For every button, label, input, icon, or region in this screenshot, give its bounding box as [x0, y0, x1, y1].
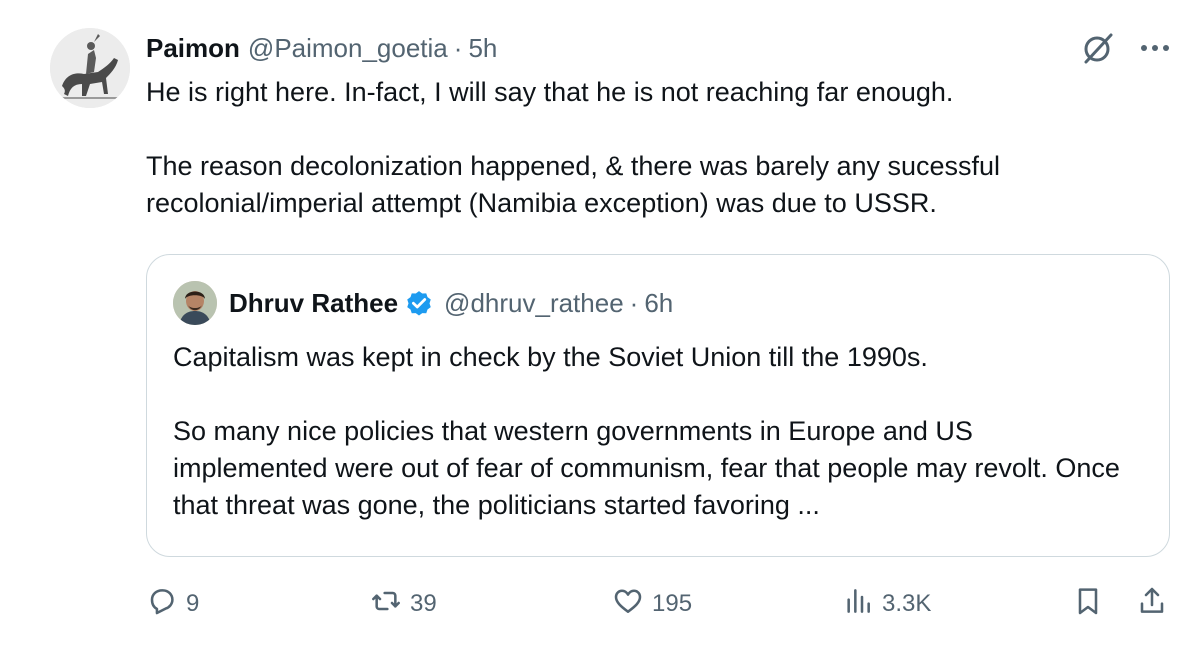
tweet-text: He is right here. In-fact, I will say th…	[146, 74, 1146, 222]
bookmark-icon	[1072, 585, 1104, 624]
quoted-header: Dhruv Rathee @dhruv_rathee · 6h	[229, 285, 673, 321]
quoted-tweet-text: Capitalism was kept in check by the Sovi…	[173, 339, 1133, 524]
action-bar: 9 39 195 3.3K	[146, 584, 1176, 624]
author-avatar[interactable]	[50, 28, 130, 108]
views-icon	[842, 585, 874, 624]
tweet-paragraph: The reason decolonization happened, & th…	[146, 151, 1001, 218]
verified-icon	[404, 288, 434, 318]
like-button[interactable]: 195	[612, 584, 692, 624]
quoted-tweet[interactable]: Dhruv Rathee @dhruv_rathee · 6h Capitali…	[146, 254, 1170, 557]
quoted-author-avatar[interactable]	[173, 281, 217, 325]
tweet-header: Paimon @Paimon_goetia · 5h	[146, 30, 497, 66]
tweet[interactable]: Paimon @Paimon_goetia · 5h He is right h…	[0, 0, 1200, 646]
repost-icon	[370, 585, 402, 624]
tweet-paragraph: He is right here. In-fact, I will say th…	[146, 77, 954, 107]
grok-icon[interactable]	[1080, 30, 1116, 66]
reply-icon	[146, 585, 178, 624]
views-button[interactable]: 3.3K	[842, 584, 931, 624]
author-handle[interactable]: @Paimon_goetia	[248, 33, 448, 64]
quoted-paragraph: Capitalism was kept in check by the Sovi…	[173, 342, 928, 372]
reply-count: 9	[186, 590, 200, 617]
quoted-tweet-time[interactable]: 6h	[644, 288, 673, 319]
quoted-paragraph: So many nice policies that western gover…	[173, 416, 1120, 520]
share-icon	[1136, 585, 1168, 624]
more-icon[interactable]	[1138, 36, 1172, 60]
repost-button[interactable]: 39	[370, 584, 437, 624]
like-count: 195	[652, 590, 693, 617]
quoted-author-handle[interactable]: @dhruv_rathee	[444, 288, 624, 319]
reply-button[interactable]: 9	[146, 584, 199, 624]
bookmark-button[interactable]	[1072, 584, 1104, 624]
repost-count: 39	[410, 590, 437, 617]
separator-dot: ·	[629, 287, 639, 318]
views-count: 3.3K	[882, 590, 932, 617]
quoted-author-name[interactable]: Dhruv Rathee	[229, 288, 398, 319]
tweet-time[interactable]: 5h	[468, 33, 497, 64]
author-name[interactable]: Paimon	[146, 33, 240, 64]
like-icon	[612, 585, 644, 624]
share-button[interactable]	[1136, 584, 1168, 624]
separator-dot: ·	[453, 32, 463, 63]
